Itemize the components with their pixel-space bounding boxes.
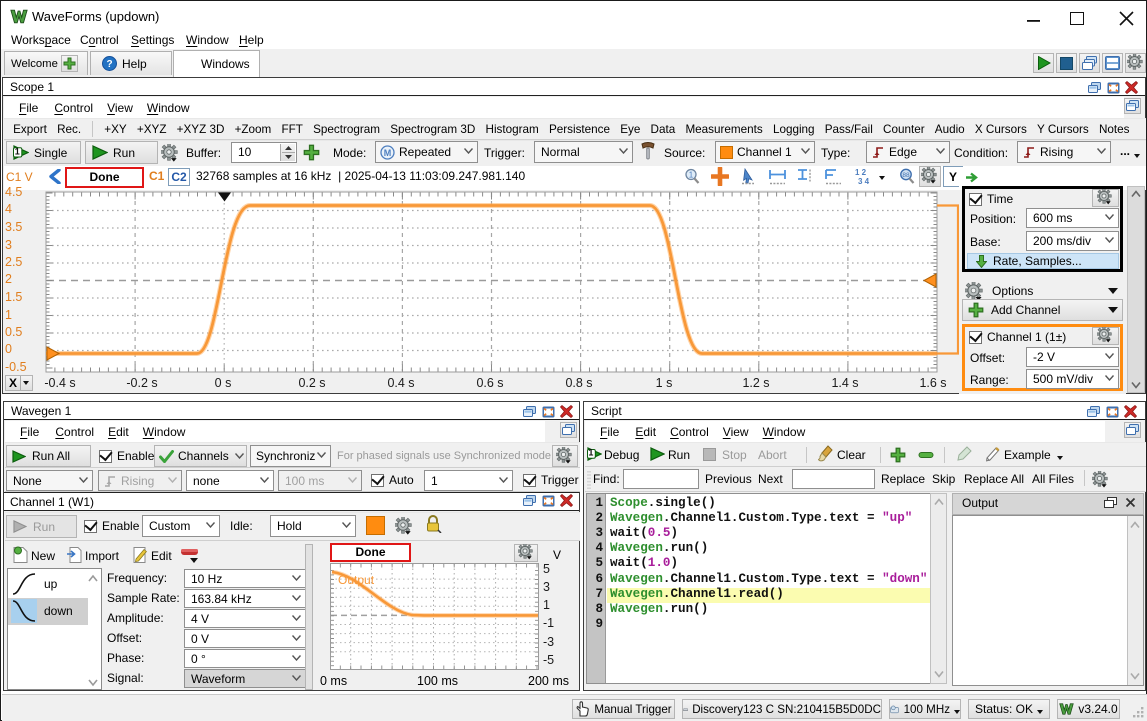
svg-text:Output: Output bbox=[338, 573, 375, 587]
svg-text:M: M bbox=[384, 147, 392, 157]
svg-text:1: 1 bbox=[588, 448, 593, 458]
svg-text:1: 1 bbox=[689, 171, 694, 180]
svg-text:3 4: 3 4 bbox=[858, 177, 870, 186]
svg-text:88: 88 bbox=[902, 172, 910, 179]
svg-text:?: ? bbox=[106, 59, 112, 70]
svg-text:1: 1 bbox=[15, 146, 20, 156]
svg-text:1 2: 1 2 bbox=[855, 168, 867, 177]
